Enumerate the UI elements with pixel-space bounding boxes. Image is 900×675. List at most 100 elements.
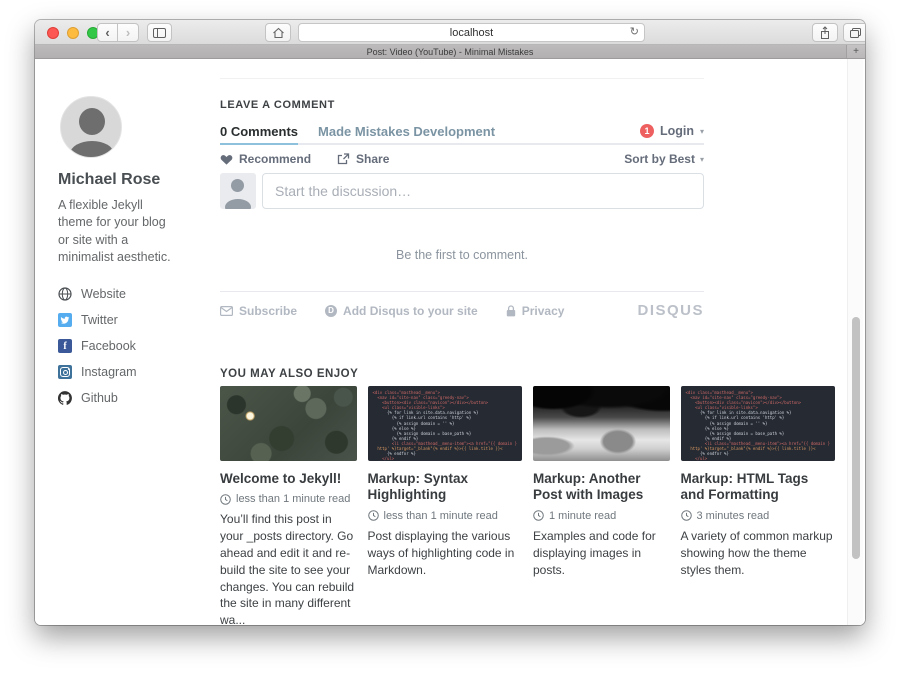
- share-label: Share: [356, 152, 389, 166]
- post-title-link[interactable]: Markup: Another Post with Images: [533, 471, 670, 504]
- clock-icon: [533, 510, 544, 521]
- disqus-tab-bar: 0 Comments Made Mistakes Development 1 L…: [220, 119, 704, 145]
- subscribe-link[interactable]: Subscribe: [220, 304, 297, 318]
- link-label: Instagram: [81, 365, 137, 379]
- forward-button[interactable]: ›: [118, 23, 139, 42]
- post-thumbnail-code-screenshot[interactable]: <div class="masthead__menu"> <nav id="si…: [681, 386, 836, 461]
- related-heading: YOU MAY ALSO ENJOY: [220, 368, 358, 380]
- share-thread-button[interactable]: Share: [337, 152, 389, 166]
- tab-bar: Post: Video (YouTube) - Minimal Mistakes…: [35, 45, 865, 59]
- read-time-label: less than 1 minute read: [384, 510, 498, 522]
- home-button[interactable]: [265, 23, 291, 42]
- recommend-button[interactable]: Recommend: [220, 152, 311, 166]
- post-excerpt: Post displaying the various ways of high…: [368, 528, 523, 578]
- post-thumbnail-foggy-trees[interactable]: [533, 386, 670, 461]
- close-window-button[interactable]: [47, 27, 59, 39]
- clock-icon: [220, 494, 231, 505]
- tab-comment-count[interactable]: 0 Comments: [220, 119, 298, 145]
- share-icon: [819, 26, 831, 40]
- share-button[interactable]: [812, 23, 838, 42]
- post-title-link[interactable]: Welcome to Jekyll!: [220, 471, 357, 487]
- active-tab[interactable]: Post: Video (YouTube) - Minimal Mistakes: [367, 47, 534, 57]
- sidebar-item-instagram[interactable]: Instagram: [58, 362, 193, 382]
- disqus-actions: Recommend Share Sort by Best ▾: [220, 152, 704, 166]
- read-time-label: less than 1 minute read: [236, 493, 350, 505]
- safari-window: ‹ › localhost ↻ Post: Video (YouTube) - …: [35, 20, 865, 625]
- tab-forum-name[interactable]: Made Mistakes Development: [318, 118, 495, 144]
- share-arrow-icon: [337, 153, 350, 165]
- post-thumbnail-green-algae[interactable]: [220, 386, 357, 461]
- scrollbar-thumb[interactable]: [852, 317, 860, 559]
- related-card: <div class="masthead__menu"> <nav id="si…: [368, 386, 523, 625]
- sort-label: Sort by Best: [624, 152, 695, 166]
- disqus-logo[interactable]: DISQUS: [637, 302, 704, 319]
- sidebar-icon: [153, 28, 166, 38]
- notification-badge[interactable]: 1: [640, 124, 654, 138]
- back-icon: ‹: [105, 25, 109, 40]
- tab-overview-button[interactable]: [843, 23, 865, 42]
- sidebar-item-website[interactable]: Website: [58, 284, 193, 304]
- address-bar[interactable]: localhost ↻: [298, 23, 645, 42]
- back-button[interactable]: ‹: [97, 23, 118, 42]
- post-excerpt: You’ll find this post in your _posts dir…: [220, 511, 357, 625]
- sidebar-item-facebook[interactable]: f Facebook: [58, 336, 193, 356]
- chevron-down-icon: ▾: [700, 127, 704, 136]
- author-avatar: [60, 96, 122, 158]
- disqus-footer-divider: [220, 291, 704, 292]
- post-excerpt: Examples and code for displaying images …: [533, 528, 670, 578]
- clock-icon: [681, 510, 692, 521]
- sidebar-item-github[interactable]: Github: [58, 388, 193, 408]
- post-title-link[interactable]: Markup: HTML Tags and Formatting: [681, 471, 836, 504]
- add-disqus-link[interactable]: D Add Disqus to your site: [325, 304, 478, 318]
- empty-thread-message: Be the first to comment.: [220, 248, 704, 262]
- disqus-footer: Subscribe D Add Disqus to your site Priv…: [220, 302, 704, 319]
- login-label: Login: [660, 124, 694, 138]
- twitter-icon: [58, 313, 72, 327]
- home-icon: [272, 27, 285, 39]
- read-time: 3 minutes read: [681, 510, 836, 522]
- post-divider: [220, 78, 704, 79]
- read-time-label: 1 minute read: [549, 510, 616, 522]
- window-controls: [47, 27, 99, 39]
- read-time-label: 3 minutes read: [697, 510, 770, 522]
- sidebar-item-twitter[interactable]: Twitter: [58, 310, 193, 330]
- read-time: less than 1 minute read: [368, 510, 523, 522]
- chevron-down-icon: ▾: [700, 155, 704, 164]
- link-label: Website: [81, 287, 126, 301]
- post-thumbnail-code-screenshot[interactable]: <div class="masthead__menu"> <nav id="si…: [368, 386, 523, 461]
- add-disqus-label: Add Disqus to your site: [343, 304, 478, 318]
- comment-composer: [220, 173, 704, 209]
- new-tab-button[interactable]: +: [846, 45, 865, 58]
- browser-toolbar: ‹ › localhost ↻: [35, 20, 865, 45]
- comments-heading: LEAVE A COMMENT: [220, 99, 335, 111]
- reload-icon[interactable]: ↻: [630, 25, 639, 38]
- url-text: localhost: [450, 27, 493, 39]
- page-content: Michael Rose A flexible Jekyll theme for…: [35, 59, 865, 625]
- link-label: Github: [81, 391, 118, 405]
- link-label: Facebook: [81, 339, 136, 353]
- facebook-icon: f: [58, 339, 72, 353]
- related-card: Welcome to Jekyll! less than 1 minute re…: [220, 386, 357, 625]
- related-card: <div class="masthead__menu"> <nav id="si…: [681, 386, 836, 625]
- author-name: Michael Rose: [58, 171, 193, 189]
- globe-icon: [58, 287, 72, 301]
- subscribe-label: Subscribe: [239, 304, 297, 318]
- comment-input[interactable]: [262, 173, 704, 209]
- login-menu[interactable]: 1 Login ▾: [640, 124, 704, 138]
- heart-icon: [220, 154, 233, 165]
- related-card: Markup: Another Post with Images 1 minut…: [533, 386, 670, 625]
- scrollbar-track[interactable]: [847, 59, 863, 625]
- tab-overview-icon: [849, 27, 862, 39]
- sidebar-toggle-button[interactable]: [147, 23, 172, 42]
- recommend-label: Recommend: [239, 152, 311, 166]
- disqus-d-icon: D: [325, 305, 337, 317]
- sort-menu[interactable]: Sort by Best ▾: [624, 152, 704, 166]
- minimize-window-button[interactable]: [67, 27, 79, 39]
- lock-icon: [506, 305, 516, 317]
- author-sidebar: Michael Rose A flexible Jekyll theme for…: [58, 96, 193, 414]
- post-title-link[interactable]: Markup: Syntax Highlighting: [368, 471, 523, 504]
- envelope-icon: [220, 306, 233, 316]
- github-icon: [58, 391, 72, 405]
- privacy-link[interactable]: Privacy: [506, 304, 565, 318]
- author-bio: A flexible Jekyll theme for your blog or…: [58, 197, 180, 266]
